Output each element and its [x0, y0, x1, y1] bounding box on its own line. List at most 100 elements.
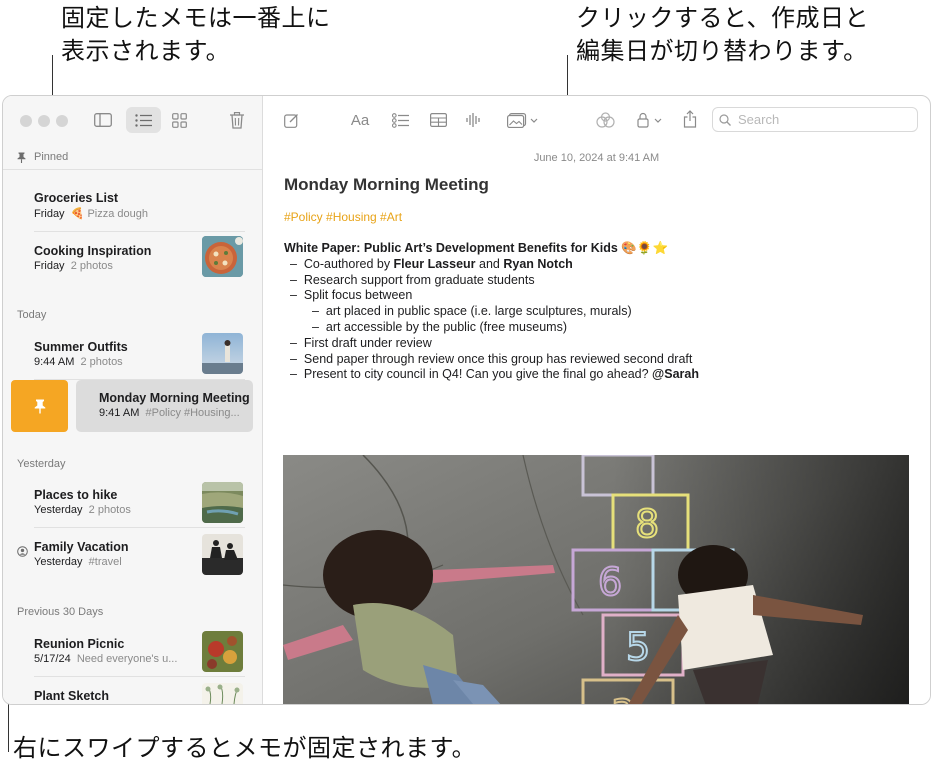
callout-date-line2: 編集日が切り替わります。	[576, 37, 868, 65]
note-date: Yesterday	[34, 556, 83, 568]
hopscotch-number: 8	[635, 502, 659, 546]
bullet-text: and	[475, 256, 504, 271]
format-icon[interactable]: Aa	[347, 108, 373, 132]
bullet-dash: –	[290, 272, 297, 287]
note-text: Monday Morning Meeting 9:41 AM #Policy #…	[99, 391, 250, 419]
note-thumbnail-plant	[202, 683, 243, 704]
note-preview: #travel	[88, 556, 122, 568]
bullet-text: Send paper through review once this grou…	[303, 351, 693, 366]
note-date: 5/17/24	[34, 653, 71, 665]
note-date: 9:41 AM	[99, 407, 140, 419]
note-date: Friday	[34, 208, 65, 220]
bullet-item: – Split focus between	[284, 288, 699, 304]
bullet-text: Present to city council in Q4! Can you g…	[303, 367, 653, 382]
callout-pinned-line2: 表示されます。	[61, 37, 231, 65]
pinned-header-label: Pinned	[34, 151, 69, 163]
note-preview: 2 photos	[70, 260, 113, 272]
pin-icon	[17, 152, 26, 163]
bullet-text: art accessible by the public (free museu…	[325, 319, 567, 334]
bullet-item: – Research support from graduate student…	[284, 273, 699, 289]
note-date: Yesterday	[34, 504, 83, 516]
note-title: Monday Morning Meeting	[99, 391, 250, 405]
bullet-dash: –	[290, 256, 297, 271]
gallery-view-icon[interactable]	[167, 108, 191, 132]
note-preview: 2 photos	[88, 504, 131, 516]
sidebar-toolbar	[3, 96, 262, 144]
search-field[interactable]	[712, 107, 918, 132]
note-title: Monday Morning Meeting	[284, 175, 489, 194]
note-preview: 2 photos	[80, 356, 123, 368]
author-name: Ryan Notch	[503, 256, 573, 271]
sub-bullet-item: – art placed in public space (i.e. large…	[284, 304, 699, 320]
mention[interactable]: @Sarah	[652, 367, 699, 381]
shared-note-icon	[17, 542, 28, 561]
note-body: White Paper: Public Art’s Development Be…	[284, 241, 699, 383]
sidebar-toggle-icon[interactable]	[91, 108, 115, 132]
note-item-monday-meeting[interactable]: Monday Morning Meeting 9:41 AM #Policy #…	[76, 380, 253, 432]
note-thumbnail-hike	[202, 482, 243, 523]
compose-icon[interactable]	[279, 108, 303, 132]
bullet-text: Co-authored by	[303, 256, 394, 271]
minimize-window-button[interactable]	[38, 115, 50, 127]
section-today: Today	[17, 309, 47, 321]
note-date: 9:44 AM	[34, 356, 75, 368]
note-title: Groceries List	[34, 191, 119, 205]
bullet-text: art placed in public space (i.e. large s…	[325, 304, 632, 319]
table-icon[interactable]	[426, 108, 450, 132]
note-tags[interactable]: #Policy #Housing #Art	[284, 210, 402, 224]
note-preview: #Policy #Housing...	[145, 407, 240, 419]
notes-window: Pinned Groceries List Friday 🍕 Pizza dou…	[2, 95, 931, 705]
bullet-item: – First draft under review	[284, 336, 699, 352]
note-photo-hopscotch[interactable]: 8 6 5 3	[283, 455, 909, 704]
search-input[interactable]	[736, 111, 910, 128]
bullet-item: – Present to city council in Q4! Can you…	[284, 367, 699, 383]
note-meta: 9:41 AM #Policy #Housing...	[99, 407, 250, 419]
bullet-item: – Co-authored by Fleur Lasseur and Ryan …	[284, 257, 699, 273]
audio-icon[interactable]	[462, 108, 486, 132]
checklist-icon[interactable]	[388, 108, 412, 132]
bullet-text: Split focus between	[303, 288, 413, 303]
note-preview: 🍕 Pizza dough	[70, 208, 148, 220]
note-thumbnail-pizza	[202, 236, 243, 277]
note-preview: Need everyone's u...	[76, 653, 178, 665]
collaborate-icon[interactable]	[593, 108, 617, 132]
bullet-text: Research support from graduate students	[303, 272, 535, 287]
hopscotch-photo: 8 6 5 3	[283, 455, 909, 704]
lock-icon[interactable]	[633, 108, 667, 132]
note-item-groceries[interactable]: Groceries List Friday 🍕 Pizza dough	[34, 191, 246, 220]
pinned-divider	[3, 169, 262, 170]
bullet-dash: –	[290, 351, 297, 366]
media-icon[interactable]	[503, 108, 543, 132]
sub-bullet-item: – art accessible by the public (free mus…	[284, 320, 699, 336]
section-previous-30-days: Previous 30 Days	[17, 606, 104, 618]
note-thumbnail-picnic	[202, 631, 243, 672]
notes-sidebar: Pinned Groceries List Friday 🍕 Pizza dou…	[3, 96, 263, 704]
list-view-icon[interactable]	[126, 107, 161, 133]
share-icon[interactable]	[678, 107, 702, 131]
section-yesterday: Yesterday	[17, 458, 66, 470]
callout-swipe-pin: 右にスワイプするとメモが固定されます。	[13, 734, 477, 762]
note-date: Friday	[34, 260, 65, 272]
author-name: Fleur Lasseur	[393, 256, 476, 271]
note-divider	[34, 676, 245, 677]
bullet-dash: –	[312, 319, 319, 334]
pinned-header: Pinned	[17, 151, 68, 163]
note-date-toggle[interactable]: June 10, 2024 at 9:41 AM	[263, 152, 930, 164]
bullet-dash: –	[290, 288, 297, 303]
search-icon	[719, 113, 731, 126]
pin-icon	[34, 399, 45, 413]
note-heading: White Paper: Public Art’s Development Be…	[284, 241, 669, 255]
bullet-text: First draft under review	[303, 335, 432, 350]
trash-icon[interactable]	[225, 108, 249, 132]
callout-pinned-line1: 固定したメモは一番上に	[61, 4, 331, 32]
close-window-button[interactable]	[20, 115, 32, 127]
callout-date-toggle: クリックすると、作成日と 編集日が切り替わります。	[576, 2, 869, 68]
note-thumbnail-vacation	[202, 534, 243, 575]
pin-note-button[interactable]	[11, 380, 68, 432]
note-thumbnail-outfit	[202, 333, 243, 374]
bullet-dash: –	[312, 304, 319, 319]
note-meta: Friday 🍕 Pizza dough	[34, 207, 246, 220]
note-editor[interactable]: June 10, 2024 at 9:41 AM Monday Morning …	[263, 144, 930, 704]
hopscotch-number: 5	[626, 625, 650, 669]
zoom-window-button[interactable]	[56, 115, 68, 127]
